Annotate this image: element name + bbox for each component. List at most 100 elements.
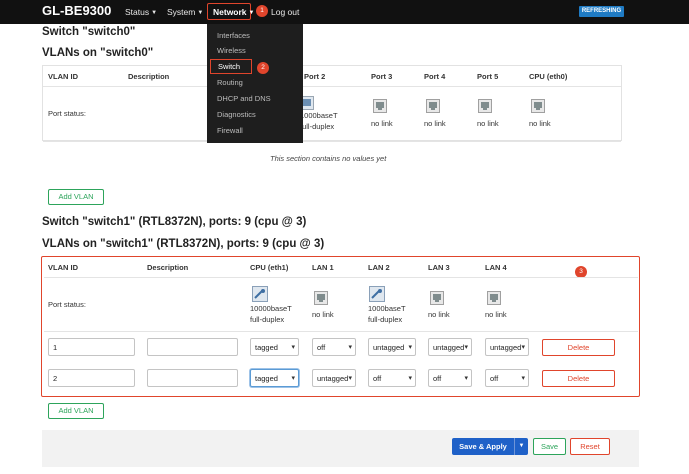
- chevron-down-icon: ▾: [348, 375, 352, 382]
- nav-status-label: Status: [125, 7, 150, 17]
- lan2-select[interactable]: off ▾: [368, 369, 416, 387]
- empty-section-message: This section contains no values yet: [270, 154, 387, 163]
- lan2-select[interactable]: untagged ▾: [368, 338, 416, 356]
- add-vlan-button-switch1[interactable]: Add VLAN: [48, 403, 104, 419]
- chevron-down-icon: ▾: [291, 344, 295, 351]
- divider: [43, 86, 621, 87]
- cpu-eth0-status: no link: [529, 119, 551, 128]
- select-value: tagged: [255, 374, 278, 383]
- select-value: off: [433, 374, 442, 383]
- select-value: off: [317, 343, 326, 352]
- nav-system-label: System: [167, 7, 196, 17]
- top-navbar: GL-BE9300 Status ▼ System ▼ Network ▼ 1 Log…: [0, 0, 689, 24]
- delete-vlan-button[interactable]: Delete: [542, 370, 615, 387]
- delete-vlan-button[interactable]: Delete: [542, 339, 615, 356]
- select-value: tagged: [255, 343, 278, 352]
- vlan-description-input[interactable]: [147, 338, 238, 356]
- menu-item-diagnostics[interactable]: Diagnostics: [217, 110, 256, 119]
- select-value: untagged: [490, 343, 522, 352]
- vlan-id-input[interactable]: 1: [48, 338, 135, 356]
- nav-system[interactable]: System ▼: [167, 7, 203, 17]
- switch0-title: Switch "switch0": [42, 26, 136, 38]
- brand-logo[interactable]: GL-BE9300: [42, 3, 111, 18]
- ethernet-port-connected-icon: [369, 286, 385, 302]
- refreshing-indicator: REFRESHING: [579, 6, 624, 17]
- lan4-status: no link: [485, 310, 507, 319]
- col-description: Description: [128, 72, 170, 81]
- chevron-down-icon: ▾: [464, 344, 468, 351]
- select-value: untagged: [317, 374, 349, 383]
- ethernet-port-icon: [426, 99, 440, 113]
- lan2-duplex: full-duplex: [368, 315, 403, 324]
- select-value: untagged: [433, 343, 465, 352]
- save-apply-button[interactable]: Save & Apply: [452, 438, 514, 455]
- col-cpu-eth0: CPU (eth0): [529, 72, 568, 81]
- chevron-down-icon: ▾: [464, 375, 468, 382]
- ethernet-port-connected-icon: [252, 286, 268, 302]
- lan4-select[interactable]: untagged ▾: [485, 338, 529, 356]
- save-apply-dropdown-toggle[interactable]: ▼: [514, 438, 528, 455]
- add-vlan-button-switch0[interactable]: Add VLAN: [48, 189, 104, 205]
- menu-item-firewall[interactable]: Firewall: [217, 126, 243, 135]
- port2-speed: 1000baseT: [300, 111, 338, 120]
- chevron-down-icon: ▾: [408, 344, 412, 351]
- cpu-eth1-duplex: full-duplex: [250, 315, 285, 324]
- switch1-title: Switch "switch1" (RTL8372N), ports: 9 (c…: [42, 216, 307, 228]
- lan3-select[interactable]: off ▾: [428, 369, 472, 387]
- col-lan-4: LAN 4: [485, 263, 507, 272]
- save-button[interactable]: Save: [533, 438, 566, 455]
- ethernet-port-icon: [487, 291, 501, 305]
- divider: [43, 141, 621, 142]
- menu-item-switch[interactable]: Switch: [210, 59, 252, 74]
- switch1-vlans-title: VLANs on "switch1" (RTL8372N), ports: 9 …: [42, 238, 325, 250]
- lan2-speed: 1000baseT: [368, 304, 406, 313]
- port3-status: no link: [371, 119, 393, 128]
- menu-item-routing[interactable]: Routing: [217, 78, 243, 87]
- nav-status[interactable]: Status ▼: [125, 7, 157, 17]
- annotation-badge-1: 1: [256, 5, 268, 17]
- cpu-eth1-select[interactable]: tagged ▾: [250, 338, 299, 356]
- ethernet-port-icon: [314, 291, 328, 305]
- chevron-down-icon: ▾: [348, 344, 352, 351]
- lan4-select[interactable]: off ▾: [485, 369, 529, 387]
- menu-item-interfaces[interactable]: Interfaces: [217, 31, 250, 40]
- reset-button[interactable]: Reset: [570, 438, 610, 455]
- chevron-down-icon: ▾: [291, 375, 295, 382]
- nav-logout[interactable]: Log out: [271, 7, 299, 17]
- col-vlan-id: VLAN ID: [48, 72, 78, 81]
- lan3-select[interactable]: untagged ▾: [428, 338, 472, 356]
- col-port-4: Port 4: [424, 72, 446, 81]
- col-lan-1: LAN 1: [312, 263, 334, 272]
- lan1-select[interactable]: untagged ▾: [312, 369, 356, 387]
- select-value: off: [490, 374, 499, 383]
- divider: [44, 331, 638, 332]
- col-vlan-id: VLAN ID: [48, 263, 78, 272]
- cpu-eth1-speed: 10000baseT: [250, 304, 292, 313]
- nav-network[interactable]: Network ▼: [207, 3, 255, 20]
- lan3-status: no link: [428, 310, 450, 319]
- chevron-down-icon: ▾: [408, 375, 412, 382]
- menu-item-dhcp-dns[interactable]: DHCP and DNS: [217, 94, 271, 103]
- annotation-badge-2: 2: [257, 62, 269, 74]
- col-description: Description: [147, 263, 189, 272]
- cpu-eth1-select[interactable]: tagged ▾: [250, 369, 299, 387]
- ethernet-port-icon: [478, 99, 492, 113]
- col-port-2: Port 2: [304, 72, 326, 81]
- port-status-label: Port status:: [48, 109, 86, 118]
- lan1-select[interactable]: off ▾: [312, 338, 356, 356]
- col-port-5: Port 5: [477, 72, 499, 81]
- menu-item-wireless[interactable]: Wireless: [217, 46, 246, 55]
- chevron-down-icon: ▼: [248, 9, 255, 16]
- chevron-down-icon: ▼: [197, 10, 204, 16]
- vlan-id-input[interactable]: 2: [48, 369, 135, 387]
- chevron-down-icon: ▼: [151, 10, 158, 16]
- chevron-down-icon: ▼: [518, 443, 525, 449]
- vlan-description-input[interactable]: [147, 369, 238, 387]
- ethernet-port-icon: [373, 99, 387, 113]
- col-cpu-eth1: CPU (eth1): [250, 263, 289, 272]
- switch0-vlans-title: VLANs on "switch0": [42, 47, 154, 59]
- chevron-down-icon: ▾: [521, 344, 525, 351]
- ethernet-port-icon: [531, 99, 545, 113]
- col-port-3: Port 3: [371, 72, 393, 81]
- divider: [44, 277, 638, 278]
